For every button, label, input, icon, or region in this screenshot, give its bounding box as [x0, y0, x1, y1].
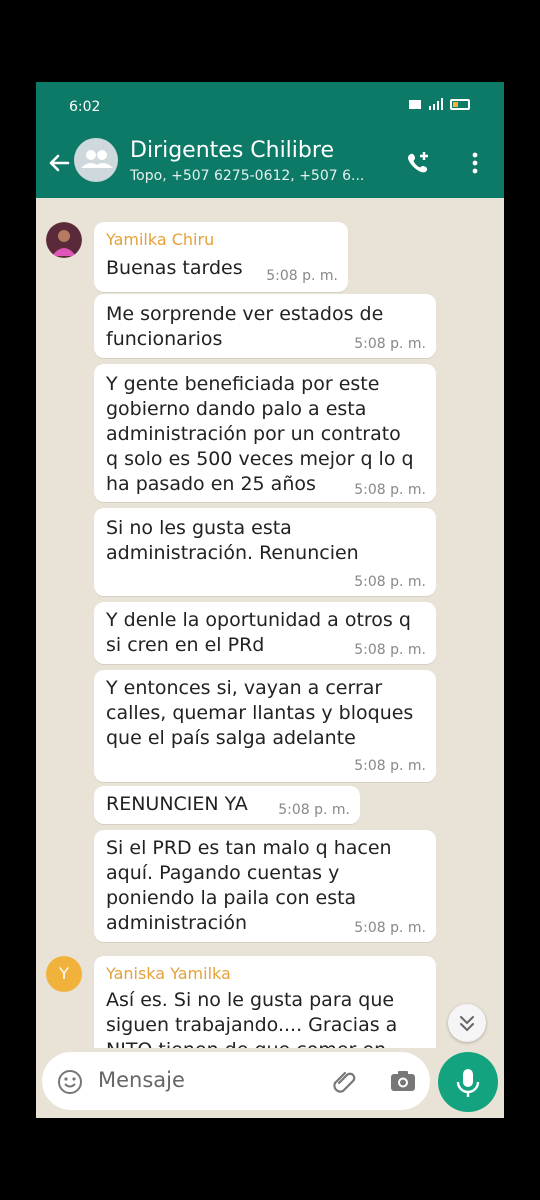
back-arrow-icon[interactable] — [44, 148, 74, 178]
attach-icon[interactable] — [330, 1066, 360, 1096]
message-time: 5:08 p. m. — [278, 802, 350, 818]
sender-avatar[interactable]: Y — [46, 956, 82, 992]
more-options-icon[interactable] — [460, 148, 490, 178]
status-bar: 6:02 — [36, 82, 504, 134]
message-time: 5:08 p. m. — [354, 482, 426, 498]
group-avatar[interactable] — [74, 138, 118, 182]
message-bubble[interactable]: Yamilka Chiru Buenas tardes 5:08 p. m. — [94, 222, 348, 292]
message-input[interactable]: Mensaje — [98, 1068, 185, 1092]
whatsapp-screen: 6:02 Dirigentes Chilibre Topo, +507 6275… — [36, 82, 504, 1118]
camera-icon[interactable] — [388, 1066, 418, 1096]
sender-name: Yaniska Yamilka — [106, 964, 231, 983]
message-text: Si no les gusta esta administración. Ren… — [106, 517, 359, 564]
message-list[interactable]: Yamilka Chiru Buenas tardes 5:08 p. m. M… — [36, 198, 504, 1048]
message-text: Así es. Si no le gusta para que siguen t… — [106, 989, 398, 1048]
message-bubble[interactable]: Si el PRD es tan malo q hacen aquí. Paga… — [94, 830, 436, 942]
message-bubble[interactable]: Y entonces si, vayan a cerrar calles, qu… — [94, 670, 436, 782]
avatar-letter: Y — [59, 964, 69, 983]
double-chevron-down-icon — [460, 1016, 474, 1032]
message-text: Buenas tardes — [106, 257, 243, 279]
message-bubble[interactable]: RENUNCIEN YA 5:08 p. m. — [94, 786, 360, 824]
sender-name: Yamilka Chiru — [106, 230, 215, 249]
message-time: 5:08 p. m. — [354, 920, 426, 936]
message-text: Si el PRD es tan malo q hacen aquí. Paga… — [106, 837, 392, 934]
message-text: Me sorprende ver estados de funcionarios — [106, 303, 384, 350]
message-text: RENUNCIEN YA — [106, 793, 248, 815]
status-time: 6:02 — [69, 99, 101, 115]
message-time: 5:08 p. m. — [354, 574, 426, 590]
voice-message-button[interactable] — [438, 1052, 498, 1112]
chat-members[interactable]: Topo, +507 6275-0612, +507 6... — [130, 168, 364, 184]
message-bubble[interactable]: Y denle la oportunidad a otros q si cren… — [94, 602, 436, 664]
scroll-to-bottom-button[interactable] — [448, 1004, 486, 1042]
sender-avatar[interactable] — [46, 222, 82, 258]
message-bubble[interactable]: Me sorprende ver estados de funcionarios… — [94, 294, 436, 358]
microphone-icon — [456, 1069, 480, 1097]
message-time: 5:08 p. m. — [354, 642, 426, 658]
message-time: 5:08 p. m. — [354, 336, 426, 352]
status-icons — [408, 98, 470, 110]
message-input-bar[interactable]: Mensaje — [42, 1052, 430, 1110]
signal-icon — [429, 98, 443, 110]
chat-title[interactable]: Dirigentes Chilibre — [130, 138, 334, 163]
message-bubble[interactable]: Si no les gusta esta administración. Ren… — [94, 508, 436, 596]
message-text: Y entonces si, vayan a cerrar calles, qu… — [106, 677, 414, 749]
battery-icon — [450, 98, 470, 110]
message-time: 5:08 p. m. — [354, 758, 426, 774]
chat-header: Dirigentes Chilibre Topo, +507 6275-0612… — [36, 134, 504, 198]
message-time: 5:08 p. m. — [266, 268, 338, 284]
message-text: Y gente beneficiada por este gobierno da… — [106, 373, 414, 495]
group-icon — [81, 150, 113, 168]
add-call-icon[interactable] — [404, 148, 434, 178]
emoji-icon[interactable] — [56, 1068, 84, 1096]
alarm-icon — [409, 100, 421, 109]
message-bubble[interactable]: Y gente beneficiada por este gobierno da… — [94, 364, 436, 502]
message-bubble[interactable]: Yaniska Yamilka Así es. Si no le gusta p… — [94, 956, 436, 1048]
